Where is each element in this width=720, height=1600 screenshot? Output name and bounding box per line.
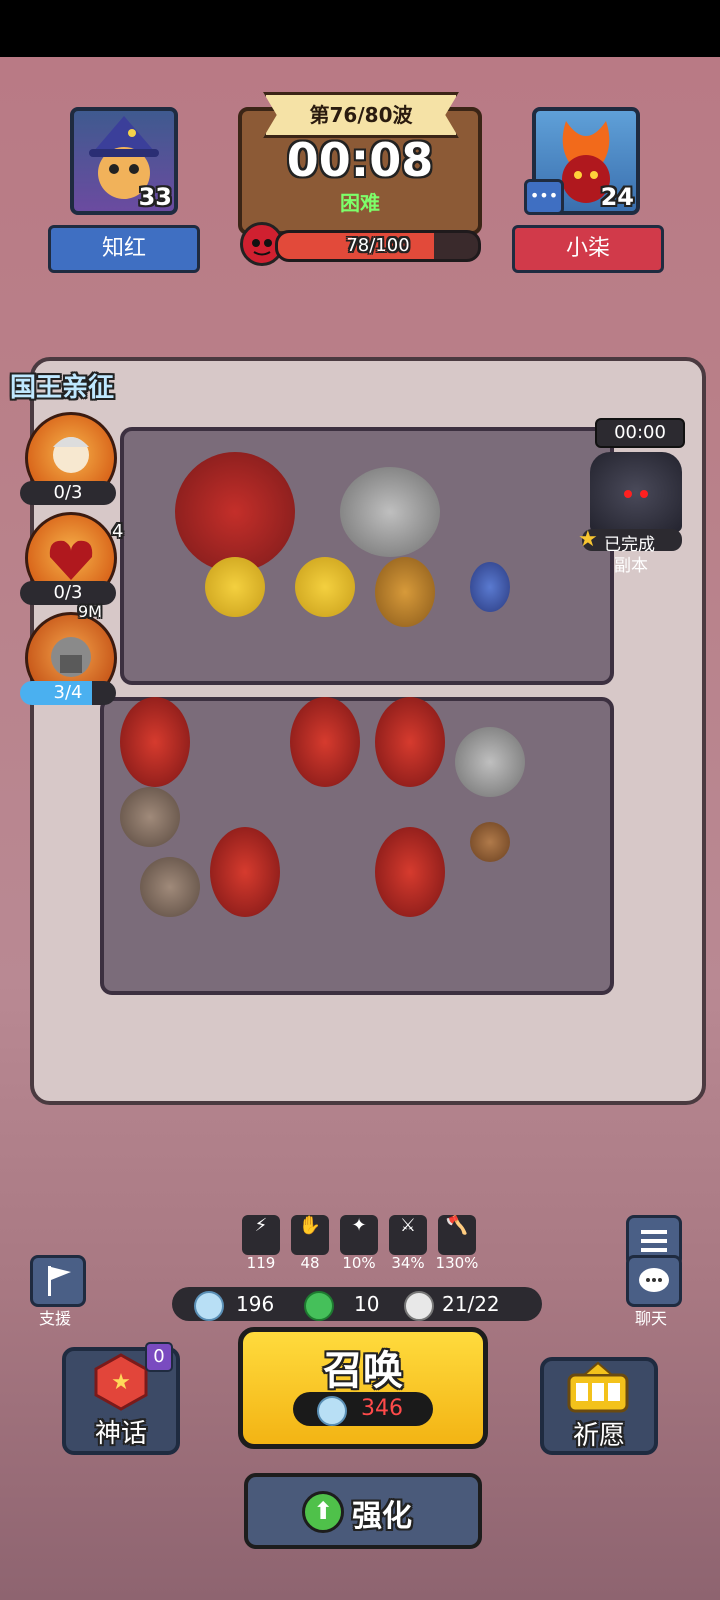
slot-machine-icon [567,1361,629,1413]
chat-button[interactable] [626,1255,682,1307]
chat-icon [639,1268,669,1292]
dps-number: 9M [78,602,102,621]
stat-icon-2: ✋ [291,1215,329,1255]
player-left-avatar[interactable]: 33 [70,107,178,215]
stat-icon-4: ⚔ [389,1215,427,1255]
stat-value-2: 48 [300,1254,320,1272]
hero-counter-1: 0/3 [20,481,116,505]
myth-label: 神话 [94,1419,147,1449]
fire-mage-unit [375,697,445,787]
boss-hp-text: 78/100 [346,235,410,256]
dungeon-gate-icon[interactable] [590,452,682,532]
stat-value-4: 34% [391,1254,425,1272]
dungeon-status-2: 副本 [614,556,648,576]
damage-number: 4 [112,521,124,542]
stat-value-3: 10% [342,1254,376,1272]
up-arrow-icon: ⬆ [302,1491,344,1533]
swordsman-unit [470,562,510,612]
summon-cost: 346 [361,1396,403,1421]
wave-timer: 00:08 [286,133,434,187]
player-right-name: 小柒 [512,225,664,273]
silver-count: 196 [236,1292,275,1316]
wish-label: 祈愿 [572,1421,625,1451]
fire-mage-unit [375,827,445,917]
svg-text:★: ★ [111,1370,131,1395]
stat-value-1: 119 [246,1254,276,1272]
wish-button[interactable]: 祈愿 [540,1357,658,1455]
difficulty-label: 困难 [340,191,380,215]
silver-coin-icon [317,1396,347,1426]
monkey-unit [120,787,180,847]
mech-unit [340,467,440,557]
gem-count: 10 [354,1292,380,1316]
chat-bubble-icon[interactable]: ••• [524,179,564,215]
player-left-name: 知红 [48,225,200,273]
minion-unit [205,557,265,617]
myth-count-badge: 0 [145,1342,173,1372]
wave-ribbon: 第76/80波 [263,92,459,138]
minion-unit [295,557,355,617]
support-button[interactable] [30,1255,86,1307]
stat-icon-1: ⚡ [242,1215,280,1255]
dungeon-timer: 00:00 [595,418,685,448]
golden-knight-unit [375,557,435,627]
fire-mage-unit [120,697,190,787]
gem-icon [304,1291,334,1321]
game-screen: 33 知红 00:08 困难 第76/80波 78/100 24 ••• 小柒 … [0,57,720,1600]
player-left-level: 33 [138,183,172,211]
fire-mage-unit [290,697,360,787]
monkey-unit [140,857,200,917]
summon-label: 召唤 [323,1348,403,1394]
star-icon: ★ [578,527,598,552]
player-right-level: 24 [600,183,634,211]
red-dragon-unit [175,452,295,572]
flag-icon [48,1266,71,1296]
stat-icon-3: ✦ [340,1215,378,1255]
stump-unit [470,822,510,862]
enhance-button[interactable]: ⬆ 强化 [244,1473,482,1549]
silver-coin-icon [194,1291,224,1321]
king-event-label: 国王亲征 [10,373,115,403]
unit-count: 21/22 [442,1292,500,1316]
support-label: 支援 [38,1309,71,1328]
resource-bar: 196 10 21/22 [172,1287,542,1321]
fire-mage-unit [210,827,280,917]
stat-value-5: 130% [435,1254,479,1272]
boss-hp-bar: 78/100 [275,230,481,262]
hero-counter-3: 3/4 [20,681,116,705]
chat-label: 聊天 [634,1309,667,1328]
status-bar [0,0,720,57]
enhance-label: 强化 [352,1499,412,1534]
summon-cost-bg: 346 [293,1392,433,1426]
mech-unit [455,727,525,797]
summon-button[interactable]: 召唤 346 [238,1327,488,1449]
stat-icon-5: 🪓 [438,1215,476,1255]
unit-count-icon [404,1291,434,1321]
